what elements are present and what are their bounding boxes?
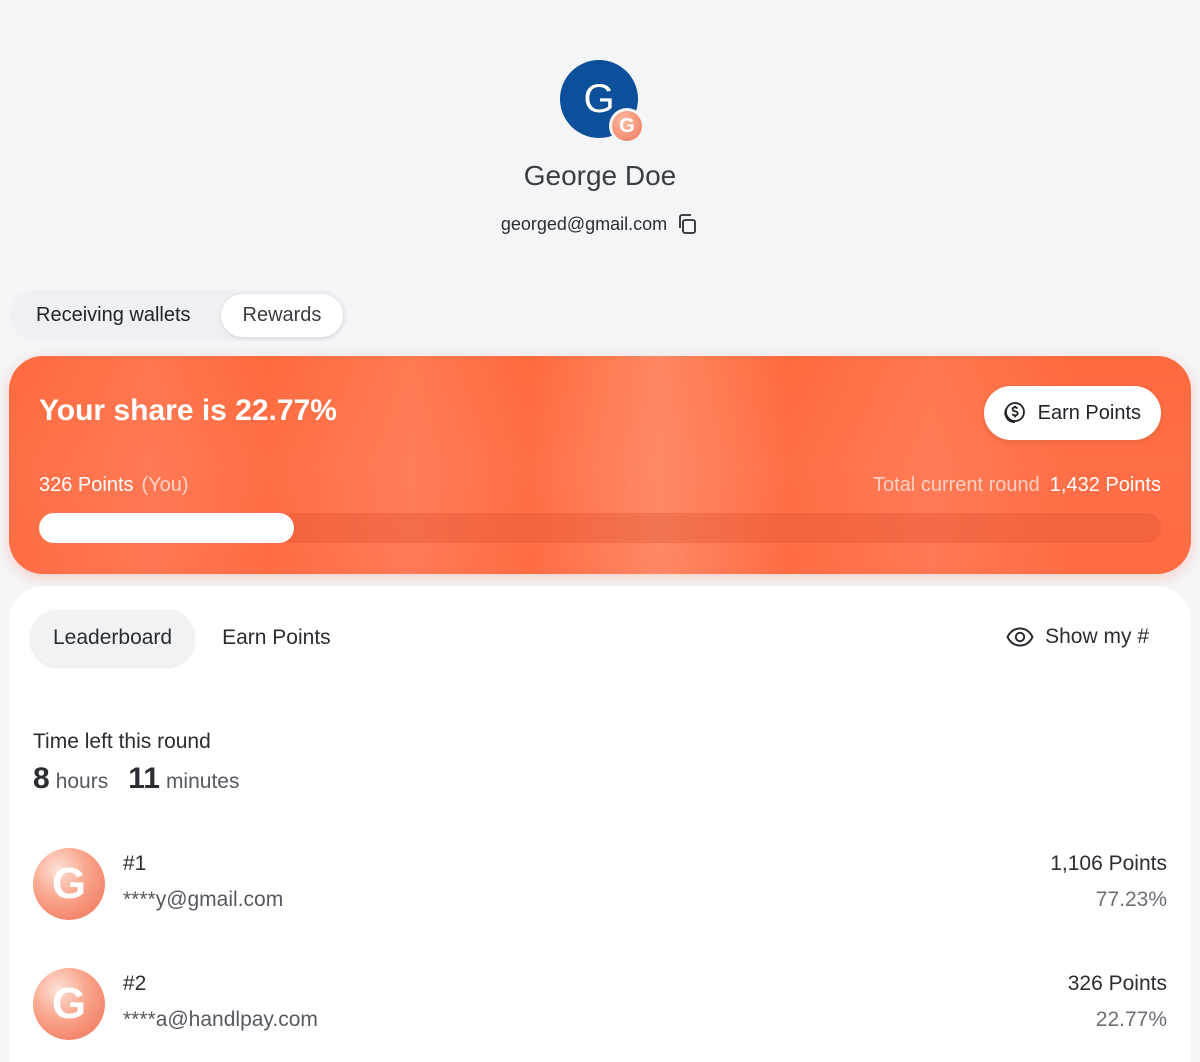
- points-row: 326 Points (You) Total current round 1,432…: [39, 474, 1161, 497]
- show-my-rank-button[interactable]: Show my #: [1005, 622, 1149, 652]
- tab-leaderboard[interactable]: Leaderboard: [31, 610, 195, 666]
- user-name: George Doe: [523, 160, 677, 191]
- minutes-value: 11: [128, 762, 160, 795]
- row-avatar-letter: G: [51, 859, 87, 908]
- profile-header: G G George Doe georged@gmail.com: [0, 0, 1200, 260]
- share-progress-fill: [39, 513, 295, 543]
- badge-letter: G: [619, 114, 635, 137]
- my-points: 326 Points: [39, 474, 134, 496]
- earn-points-button[interactable]: Earn Points: [983, 386, 1161, 440]
- google-badge: G: [609, 108, 645, 144]
- google-avatar-icon: G: [33, 848, 105, 920]
- tab-earn-points[interactable]: Earn Points: [200, 610, 353, 666]
- row-email: ****a@handlpay.com: [123, 1008, 318, 1031]
- coin-dollar-icon: [1000, 399, 1028, 427]
- leaderboard-list: G #1 ****y@gmail.com 1,106 Points 77.23%…: [31, 844, 1167, 1062]
- row-avatar-letter: G: [51, 979, 87, 1028]
- time-left-value: 8 hours 11 minutes: [33, 762, 253, 796]
- time-left-label: Time left this round: [33, 730, 211, 753]
- row-percent: 77.23%: [1095, 888, 1167, 911]
- wallet-rewards-tabs: Receiving wallets Rewards: [10, 290, 348, 341]
- show-my-label: Show my #: [1045, 625, 1149, 648]
- total-round-value: 1,432 Points: [1049, 474, 1161, 496]
- user-email-row: georged@gmail.com: [0, 212, 1200, 236]
- row-email: ****y@gmail.com: [123, 888, 284, 911]
- total-points-group: Total current round 1,432 Points: [873, 474, 1161, 497]
- hours-value: 8: [33, 762, 50, 795]
- row-rank: #2: [123, 972, 147, 995]
- avatar-letter: G: [583, 76, 615, 121]
- leaderboard-row[interactable]: G #1 ****y@gmail.com 1,106 Points 77.23%: [31, 844, 1167, 964]
- google-icon: G: [612, 111, 642, 141]
- row-points: 1,106 Points: [1050, 852, 1167, 875]
- row-rank: #1: [123, 852, 147, 875]
- total-round-label: Total current round: [873, 474, 1040, 496]
- leaderboard-panel: Leaderboard Earn Points Show my # Time l…: [9, 586, 1191, 1062]
- eye-icon: [1005, 622, 1035, 652]
- you-label: (You): [141, 474, 189, 496]
- row-percent: 22.77%: [1095, 1008, 1167, 1031]
- my-points-group: 326 Points (You): [39, 474, 189, 497]
- user-email: georged@gmail.com: [500, 213, 668, 234]
- avatar-container: G G: [560, 60, 646, 146]
- earn-points-label: Earn Points: [1037, 401, 1141, 424]
- row-points: 326 Points: [1067, 972, 1167, 995]
- share-title: Your share is 22.77%: [39, 394, 337, 427]
- tab-rewards[interactable]: Rewards: [220, 294, 344, 337]
- copy-icon[interactable]: [675, 212, 699, 236]
- share-progress-track: [39, 513, 1161, 543]
- hours-unit: hours: [55, 770, 109, 793]
- share-card: Your share is 22.77% Earn Points 326 Poi…: [9, 356, 1191, 574]
- tab-receiving-wallets[interactable]: Receiving wallets: [14, 294, 213, 337]
- leaderboard-row[interactable]: G #2 ****a@handlpay.com 326 Points 22.77…: [31, 964, 1167, 1062]
- google-avatar-icon: G: [33, 968, 105, 1040]
- panel-tabs: Leaderboard Earn Points: [31, 610, 353, 666]
- minutes-unit: minutes: [165, 770, 240, 793]
